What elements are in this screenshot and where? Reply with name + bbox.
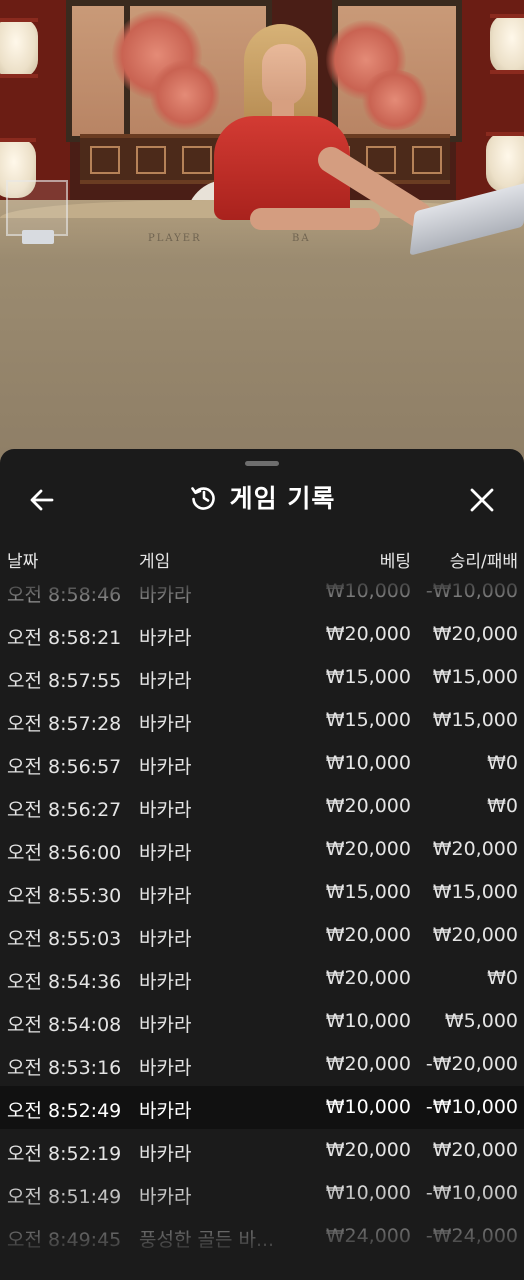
history-row[interactable]: 오전 8:55:03 바카라 ₩20,000 ₩20,000 — [0, 914, 524, 957]
row-result: ₩20,000 — [432, 623, 518, 645]
row-time: 오전 8:57:55 — [7, 670, 122, 692]
history-row[interactable]: 오전 8:53:16 바카라 ₩20,000 -₩20,000 — [0, 1043, 524, 1086]
row-result: ₩20,000 — [432, 1139, 518, 1161]
row-result: -₩10,000 — [425, 581, 518, 602]
sheet-title: 게임 기록 — [229, 484, 336, 513]
history-row[interactable]: 오전 8:49:45 풍성한 골든 바... ₩24,000 -₩24,000 — [0, 1215, 524, 1254]
row-time: 오전 8:54:36 — [7, 971, 122, 993]
history-row[interactable]: 오전 8:54:08 바카라 ₩10,000 ₩5,000 — [0, 1000, 524, 1043]
row-bet: ₩10,000 — [325, 1010, 411, 1032]
close-icon — [470, 488, 494, 512]
row-time: 오전 8:55:03 — [7, 928, 122, 950]
live-video-background: PLAYER BA — [0, 0, 524, 470]
history-row[interactable]: 오전 8:57:28 바카라 ₩15,000 ₩15,000 — [0, 699, 524, 742]
column-header-bet: 베팅 — [379, 552, 411, 572]
row-result: ₩15,000 — [432, 709, 518, 731]
row-bet: ₩10,000 — [325, 581, 411, 602]
table-label-banker: BA — [292, 233, 311, 244]
row-time: 오전 8:52:19 — [7, 1143, 122, 1165]
row-time: 오전 8:56:57 — [7, 756, 122, 778]
row-bet: ₩20,000 — [325, 623, 411, 645]
row-game: 바카라 — [139, 1143, 192, 1165]
row-bet: ₩20,000 — [325, 795, 411, 817]
history-row[interactable]: 오전 8:56:57 바카라 ₩10,000 ₩0 — [0, 742, 524, 785]
row-time: 오전 8:54:08 — [7, 1014, 122, 1036]
close-button[interactable] — [462, 480, 502, 520]
row-game: 바카라 — [139, 1014, 192, 1036]
lantern — [0, 18, 38, 78]
row-result: ₩20,000 — [432, 838, 518, 860]
history-row[interactable]: 오전 8:56:00 바카라 ₩20,000 ₩20,000 — [0, 828, 524, 871]
row-game: 바카라 — [139, 1057, 192, 1079]
history-list[interactable]: 오전 8:58:46 바카라 ₩10,000 -₩10,000 오전 8:58:… — [0, 581, 524, 1254]
history-row[interactable]: 오전 8:55:30 바카라 ₩15,000 ₩15,000 — [0, 871, 524, 914]
row-bet: ₩10,000 — [325, 1182, 411, 1204]
column-header-result: 승리/패배 — [449, 552, 518, 572]
sheet-header: 게임 기록 — [0, 477, 524, 517]
row-game: 바카라 — [139, 584, 192, 606]
game-history-sheet: 게임 기록 날짜 게임 베팅 승리/패배 오전 8:58:46 바카라 ₩10,… — [0, 449, 524, 1280]
row-bet: ₩20,000 — [325, 967, 411, 989]
row-time: 오전 8:53:16 — [7, 1057, 122, 1079]
history-row[interactable]: 오전 8:57:55 바카라 ₩15,000 ₩15,000 — [0, 656, 524, 699]
row-game: 바카라 — [139, 756, 192, 778]
row-game: 바카라 — [139, 1186, 192, 1208]
history-row[interactable]: 오전 8:52:19 바카라 ₩20,000 ₩20,000 — [0, 1129, 524, 1172]
row-game: 바카라 — [139, 670, 192, 692]
row-result: ₩15,000 — [432, 666, 518, 688]
history-icon — [190, 487, 215, 510]
row-time: 오전 8:51:49 — [7, 1186, 122, 1208]
row-time: 오전 8:58:46 — [7, 584, 122, 606]
table-label-player: PLAYER — [148, 233, 202, 244]
column-header-date: 날짜 — [7, 552, 39, 572]
row-bet: ₩24,000 — [325, 1225, 411, 1247]
row-time: 오전 8:57:28 — [7, 713, 122, 735]
row-game: 바카라 — [139, 842, 192, 864]
history-row[interactable]: 오전 8:56:27 바카라 ₩20,000 ₩0 — [0, 785, 524, 828]
row-bet: ₩20,000 — [325, 838, 411, 860]
row-result: ₩5,000 — [444, 1010, 518, 1032]
row-bet: ₩15,000 — [325, 709, 411, 731]
row-result: -₩24,000 — [425, 1225, 518, 1247]
row-game: 바카라 — [139, 885, 192, 907]
row-time: 오전 8:55:30 — [7, 885, 122, 907]
row-bet: ₩20,000 — [325, 1053, 411, 1075]
lantern — [490, 14, 524, 74]
row-time: 오전 8:49:45 — [7, 1229, 122, 1251]
history-row-selected[interactable]: 오전 8:52:49 바카라 ₩10,000 -₩10,000 — [0, 1086, 524, 1129]
row-result: ₩20,000 — [432, 924, 518, 946]
row-result: -₩20,000 — [425, 1053, 518, 1075]
row-bet: ₩10,000 — [325, 1096, 411, 1118]
row-bet: ₩10,000 — [325, 752, 411, 774]
row-result: ₩0 — [487, 752, 518, 774]
discard-box — [6, 180, 68, 236]
row-game: 바카라 — [139, 1100, 192, 1122]
history-row[interactable]: 오전 8:58:21 바카라 ₩20,000 ₩20,000 — [0, 613, 524, 656]
row-game: 바카라 — [139, 971, 192, 993]
row-game: 바카라 — [139, 928, 192, 950]
row-time: 오전 8:56:27 — [7, 799, 122, 821]
row-time: 오전 8:52:49 — [7, 1100, 122, 1122]
row-game: 바카라 — [139, 713, 192, 735]
row-time: 오전 8:58:21 — [7, 627, 122, 649]
history-row[interactable]: 오전 8:58:46 바카라 ₩10,000 -₩10,000 — [0, 581, 524, 613]
row-result: ₩15,000 — [432, 881, 518, 903]
row-bet: ₩15,000 — [325, 881, 411, 903]
drag-handle[interactable] — [245, 461, 279, 466]
row-game: 바카라 — [139, 799, 192, 821]
row-bet: ₩20,000 — [325, 1139, 411, 1161]
row-bet: ₩20,000 — [325, 924, 411, 946]
row-result: -₩10,000 — [425, 1096, 518, 1118]
row-time: 오전 8:56:00 — [7, 842, 122, 864]
row-game: 바카라 — [139, 627, 192, 649]
row-result: ₩0 — [487, 795, 518, 817]
lantern — [486, 132, 524, 192]
history-row[interactable]: 오전 8:51:49 바카라 ₩10,000 -₩10,000 — [0, 1172, 524, 1215]
history-row[interactable]: 오전 8:54:36 바카라 ₩20,000 ₩0 — [0, 957, 524, 1000]
column-header-game: 게임 — [139, 552, 171, 572]
row-result: ₩0 — [487, 967, 518, 989]
row-result: -₩10,000 — [425, 1182, 518, 1204]
row-bet: ₩15,000 — [325, 666, 411, 688]
row-game: 풍성한 골든 바... — [139, 1229, 275, 1251]
